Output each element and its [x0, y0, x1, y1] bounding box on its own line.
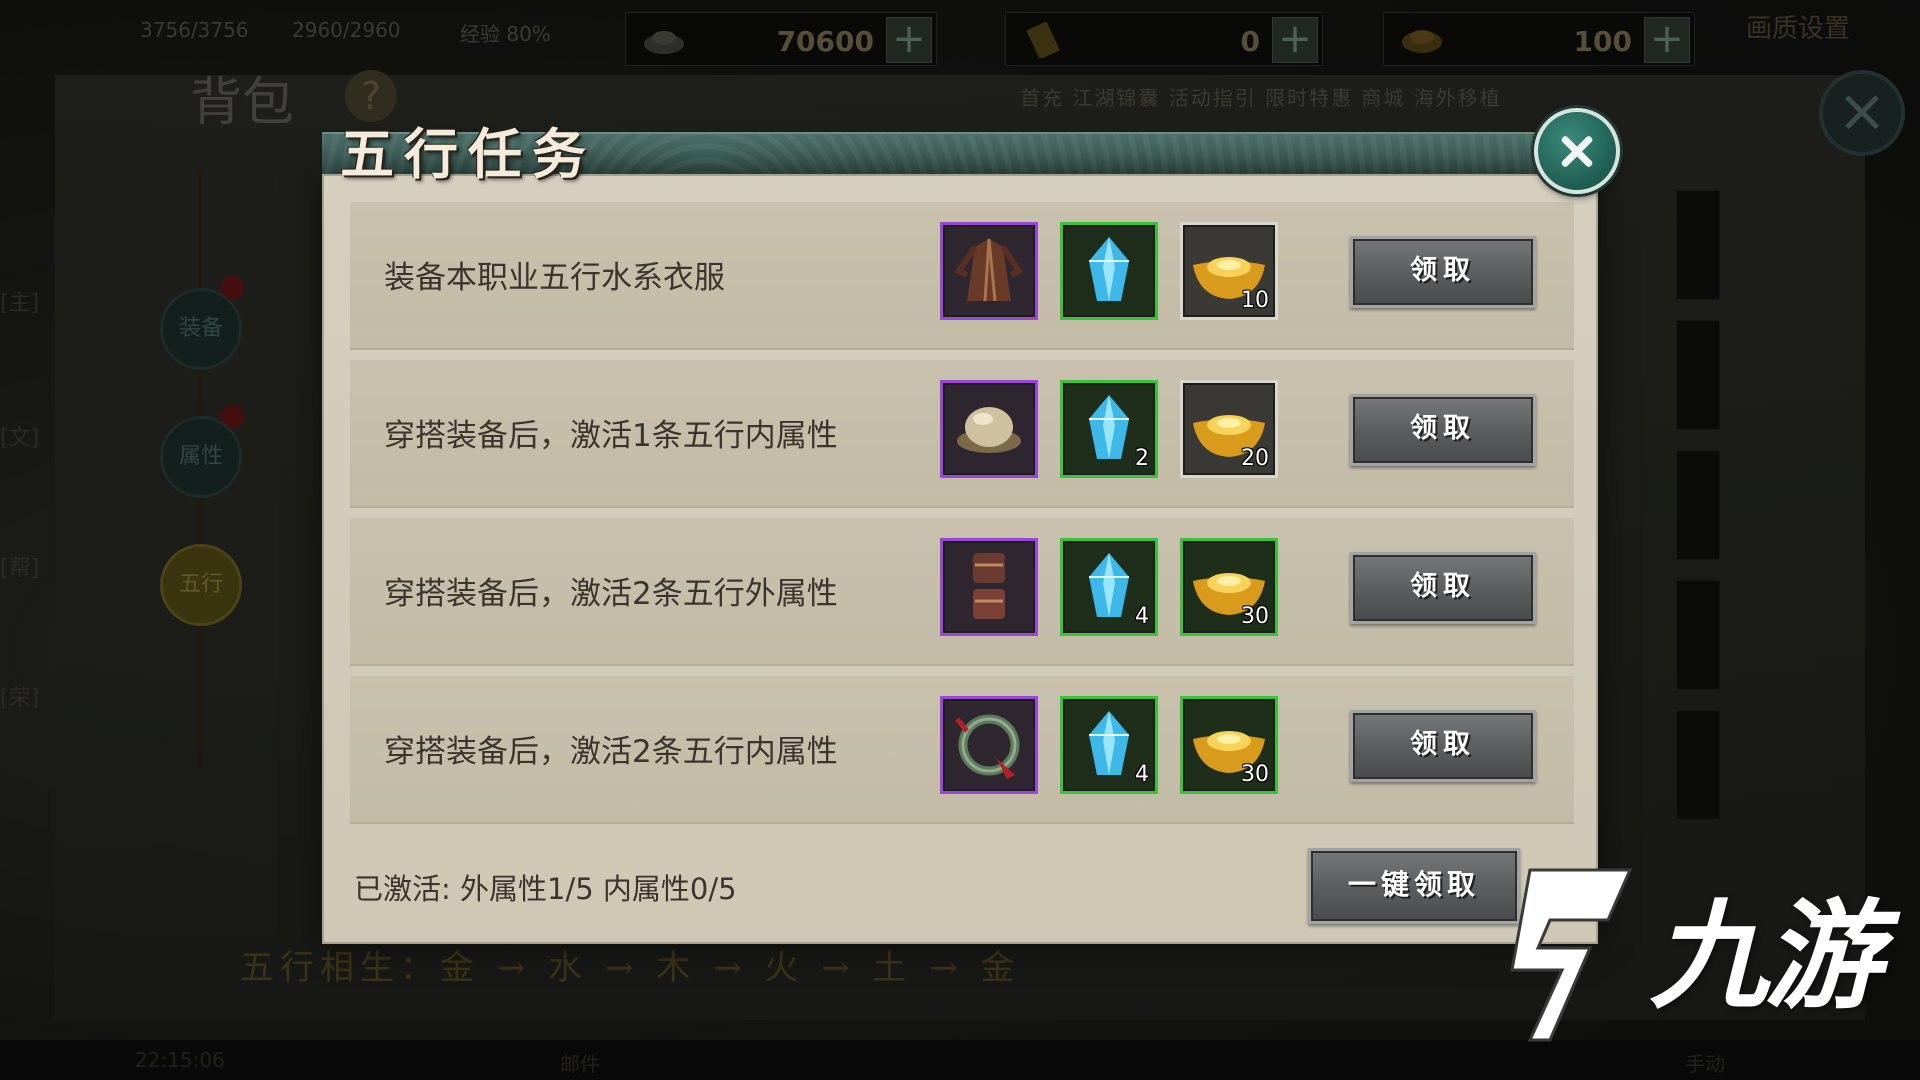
- reward-slot[interactable]: 4: [1060, 696, 1158, 794]
- claim-button[interactable]: 领取: [1350, 552, 1536, 624]
- task-row: 装备本职业五行水系衣服 10 领取: [350, 202, 1574, 350]
- task-row: 穿搭装备后，激活2条五行外属性 4 30 领取: [350, 518, 1574, 666]
- claim-button[interactable]: 领取: [1350, 710, 1536, 782]
- reward-slot[interactable]: [940, 538, 1038, 636]
- task-row: 穿搭装备后，激活2条五行内属性 4 30 领取: [350, 676, 1574, 824]
- reward-slot[interactable]: [940, 222, 1038, 320]
- reward-slot[interactable]: 30: [1180, 696, 1278, 794]
- dialog-title: 五行任务: [340, 122, 596, 186]
- task-description: 穿搭装备后，激活2条五行外属性: [384, 576, 838, 612]
- reward-count: 30: [1241, 604, 1269, 629]
- jiuyou-logo-icon: [1510, 868, 1633, 1042]
- task-description: 装备本职业五行水系衣服: [384, 260, 725, 296]
- reward-slot[interactable]: 2: [1060, 380, 1158, 478]
- reward-slot[interactable]: [940, 696, 1038, 794]
- claim-button[interactable]: 领取: [1350, 394, 1536, 466]
- claim-all-button[interactable]: 一键领取: [1308, 848, 1520, 924]
- task-description: 穿搭装备后，激活2条五行内属性: [384, 734, 838, 770]
- task-description: 穿搭装备后，激活1条五行内属性: [384, 418, 838, 454]
- jiuyou-watermark: 九游: [1490, 860, 1890, 1060]
- reward-slot[interactable]: 30: [1180, 538, 1278, 636]
- activation-status: 已激活: 外属性1/5 内属性0/5: [354, 872, 737, 906]
- reward-slot[interactable]: 4: [1060, 538, 1158, 636]
- reward-slot[interactable]: [940, 380, 1038, 478]
- reward-count: 4: [1135, 604, 1149, 629]
- reward-count: 30: [1241, 762, 1269, 787]
- dialog-body: 装备本职业五行水系衣服 10 领取 穿搭装备后，激活1条五行内属性 2 20 领取 穿搭装备后…: [322, 174, 1598, 944]
- reward-count: 4: [1135, 762, 1149, 787]
- claim-button[interactable]: 领取: [1350, 236, 1536, 308]
- reward-count: 20: [1241, 446, 1269, 471]
- watermark-text: 九游: [1650, 887, 1882, 1025]
- reward-slot[interactable]: 10: [1180, 222, 1278, 320]
- task-row: 穿搭装备后，激活1条五行内属性 2 20 领取: [350, 360, 1574, 508]
- reward-slot[interactable]: 20: [1180, 380, 1278, 478]
- dialog-close-button[interactable]: [1534, 108, 1620, 194]
- reward-count: 10: [1241, 288, 1269, 313]
- reward-count: 2: [1135, 446, 1149, 471]
- reward-slot[interactable]: [1060, 222, 1158, 320]
- wuxing-task-dialog: 五行任务 装备本职业五行水系衣服 10 领取 穿搭装备后，激活1条五行内属性 2 20 领取…: [322, 108, 1620, 944]
